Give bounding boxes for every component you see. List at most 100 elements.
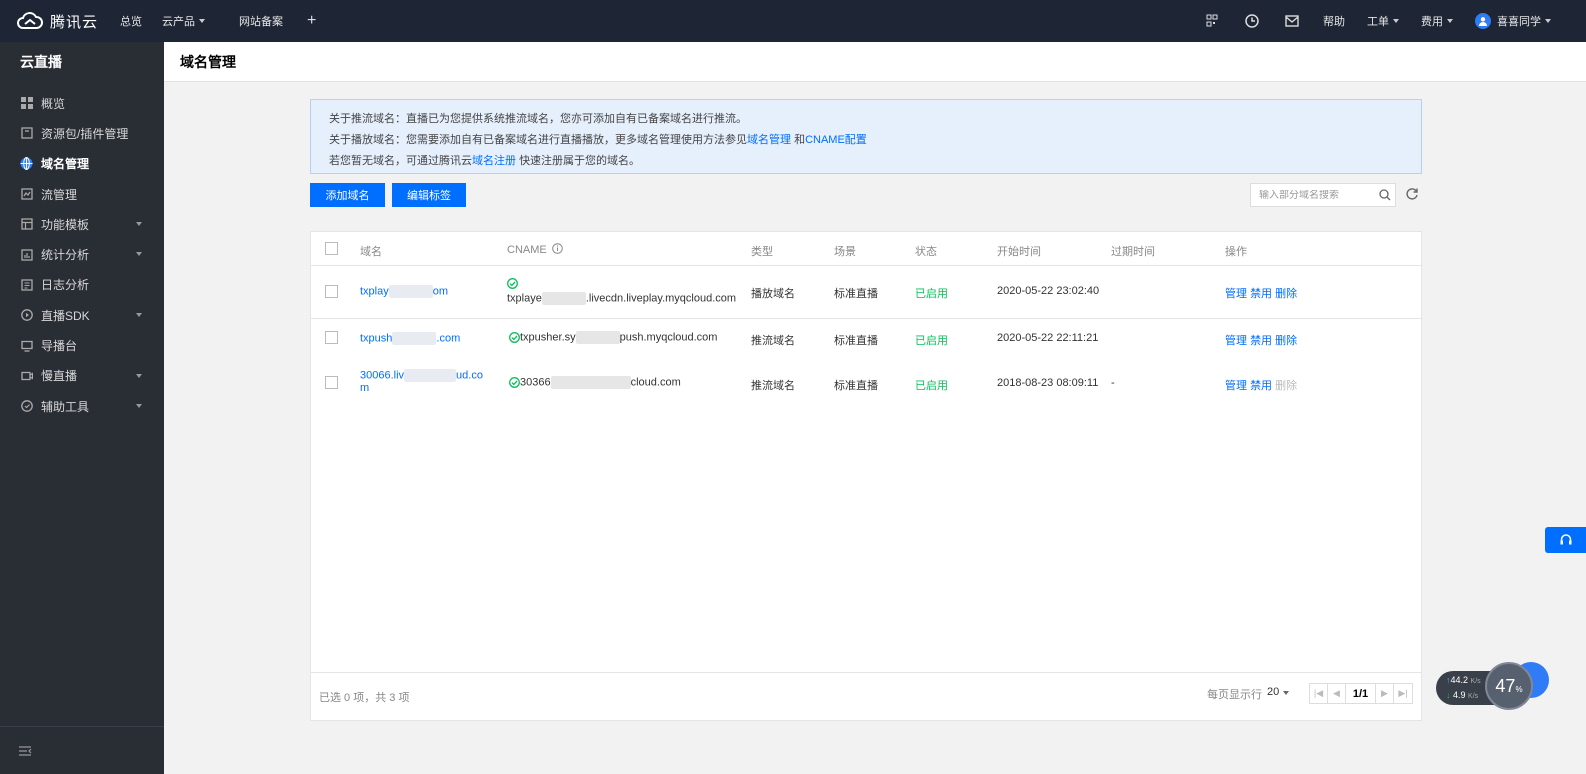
cname-doc-link[interactable]: CNAME配置 <box>805 134 867 146</box>
notice-line-2-text: 关于播放域名：您需要添加自有已备案域名进行直播播放，更多域名管理使用方法参见 <box>329 134 747 146</box>
manage-link[interactable]: 管理 <box>1225 335 1247 347</box>
row-checkbox[interactable] <box>325 376 338 389</box>
first-page-button[interactable]: |◀ <box>1310 684 1328 703</box>
notice-line-1: 关于推流域名：直播已为您提供系统推流域名，您亦可添加自有已备案域名进行推流。 <box>329 113 747 125</box>
last-page-button[interactable]: ▶| <box>1394 684 1412 703</box>
upload-value: 44.2 <box>1450 675 1469 685</box>
row-checkbox[interactable] <box>325 331 338 344</box>
add-domain-button[interactable]: 添加域名 <box>310 183 385 207</box>
delete-link[interactable]: 删除 <box>1275 288 1297 300</box>
stats-icon <box>20 248 33 261</box>
user-menu[interactable]: 喜喜同学 <box>1475 13 1551 29</box>
disable-link[interactable]: 禁用 <box>1250 335 1272 347</box>
sidebar-item-label: 辅助工具 <box>41 399 90 414</box>
help-link[interactable]: 帮助 <box>1323 13 1345 29</box>
billing-menu[interactable]: 费用 <box>1421 13 1453 29</box>
cname-value: 30366 cloud.com <box>509 376 681 389</box>
sidebar-item-packages[interactable]: 资源包/插件管理 <box>0 118 164 148</box>
sidebar-item-domains[interactable]: 域名管理 <box>0 149 164 179</box>
refresh-icon[interactable] <box>1404 186 1420 202</box>
type-cell: 推流域名 <box>751 380 795 392</box>
cname-ok-icon <box>507 277 518 289</box>
qrcode-icon[interactable] <box>1204 13 1220 29</box>
logo[interactable]: 腾讯云 <box>0 11 110 32</box>
expire-time-cell: - <box>1111 377 1115 389</box>
search-input[interactable] <box>1259 189 1377 201</box>
prev-page-button[interactable]: ◀ <box>1328 684 1346 703</box>
sidebar-item-sdk[interactable]: 直播SDK <box>0 300 164 330</box>
mail-icon[interactable] <box>1284 13 1300 29</box>
sidebar-item-stats[interactable]: 统计分析 <box>0 239 164 269</box>
disable-link[interactable]: 禁用 <box>1250 380 1272 392</box>
sidebar-item-streams[interactable]: 流管理 <box>0 179 164 209</box>
manage-link[interactable]: 管理 <box>1225 288 1247 300</box>
cname-value: txpusher.sy push.myqcloud.com <box>509 331 717 344</box>
camera-icon <box>20 369 33 382</box>
sidebar-item-tools[interactable]: 辅助工具 <box>0 391 164 421</box>
redacted-blur <box>404 369 457 382</box>
domain-register-link[interactable]: 域名注册 <box>472 155 516 167</box>
domain-prefix: 30066.liv <box>360 369 405 382</box>
sidebar: 云直播 概览 资源包/插件管理 域名管理 流管理 功能模板 统计分析 日志分析 … <box>0 42 164 774</box>
ticket-menu[interactable]: 工单 <box>1367 13 1399 29</box>
sidebar-item-logs[interactable]: 日志分析 <box>0 270 164 300</box>
nav-icp[interactable]: 网站备案 <box>239 13 283 29</box>
headset-icon <box>1560 534 1571 545</box>
speed-unit: K/s <box>1468 693 1479 700</box>
sidebar-item-director[interactable]: 导播台 <box>0 330 164 360</box>
gauge-unit: % <box>1515 684 1523 694</box>
chevron-down-icon <box>136 403 142 408</box>
notice-line-3: 若您暂无域名，可通过腾讯云域名注册 快速注册属于您的域名。 <box>329 151 1403 172</box>
domain-manage-doc-link[interactable]: 域名管理 <box>747 134 791 146</box>
add-shortcut-icon[interactable]: + <box>307 12 316 30</box>
cname-suffix: .livecdn.liveplay.myqcloud.com <box>585 292 737 305</box>
customer-service-button[interactable] <box>1545 527 1586 553</box>
delete-link[interactable]: 删除 <box>1275 335 1297 347</box>
notice-line-2: 关于播放域名：您需要添加自有已备案域名进行直播播放，更多域名管理使用方法参见域名… <box>329 130 1403 151</box>
nav-products[interactable]: 云产品 <box>162 13 205 29</box>
sidebar-item-templates[interactable]: 功能模板 <box>0 209 164 239</box>
pagination: |◀ ◀ 1/1 ▶ ▶| <box>1309 683 1413 704</box>
chevron-down-icon <box>1447 19 1453 23</box>
memory-gauge[interactable]: 47% <box>1485 662 1533 710</box>
sidebar-item-slow-live[interactable]: 慢直播 <box>0 361 164 391</box>
chevron-down-icon <box>1283 691 1290 695</box>
redacted-blur <box>541 292 586 305</box>
sidebar-collapse-button[interactable] <box>0 726 164 774</box>
edit-tags-button[interactable]: 编辑标签 <box>392 183 466 207</box>
manage-link[interactable]: 管理 <box>1225 380 1247 392</box>
per-page-select[interactable]: 20 <box>1267 686 1290 698</box>
chevron-down-icon <box>1393 19 1399 23</box>
clock-icon[interactable] <box>1244 13 1260 29</box>
domain-wrap: m <box>360 382 370 395</box>
select-all-checkbox[interactable] <box>325 242 338 255</box>
search-icon[interactable] <box>1379 189 1391 201</box>
cname-ok-icon <box>509 377 520 388</box>
sidebar-item-label: 流管理 <box>41 187 78 202</box>
domain-link[interactable]: txpush .com <box>360 332 460 345</box>
sidebar-item-label: 统计分析 <box>41 248 90 263</box>
col-status: 状态 <box>915 246 937 258</box>
info-icon[interactable] <box>551 243 563 254</box>
download-arrow-icon: ↓ <box>1446 690 1451 700</box>
cname-suffix: cloud.com <box>630 376 681 389</box>
sidebar-item-overview[interactable]: 概览 <box>0 88 164 118</box>
disable-link[interactable]: 禁用 <box>1250 288 1272 300</box>
domain-suffix: .com <box>436 332 461 345</box>
next-page-button[interactable]: ▶ <box>1376 684 1394 703</box>
table-header: 域名 CNAME 类型 场景 状态 开始时间 过期时间 操作 <box>311 232 1421 266</box>
domain-link[interactable]: txplay om <box>360 285 448 298</box>
notice-line-3-suffix: 快速注册属于您的域名。 <box>519 155 641 167</box>
domain-link[interactable]: 30066.liv ud.co m <box>360 369 483 395</box>
chevron-down-icon <box>136 373 142 378</box>
log-icon <box>20 278 33 291</box>
status-badge: 已启用 <box>915 288 948 300</box>
page-indicator: 1/1 <box>1346 684 1376 703</box>
nav-overview[interactable]: 总览 <box>120 13 142 29</box>
row-checkbox[interactable] <box>325 285 338 298</box>
billing-label: 费用 <box>1421 16 1443 28</box>
user-name: 喜喜同学 <box>1497 16 1541 28</box>
chevron-down-icon <box>1545 19 1551 23</box>
ticket-label: 工单 <box>1367 16 1389 28</box>
actions-cell: 管理 禁用 删除 <box>1225 377 1297 393</box>
